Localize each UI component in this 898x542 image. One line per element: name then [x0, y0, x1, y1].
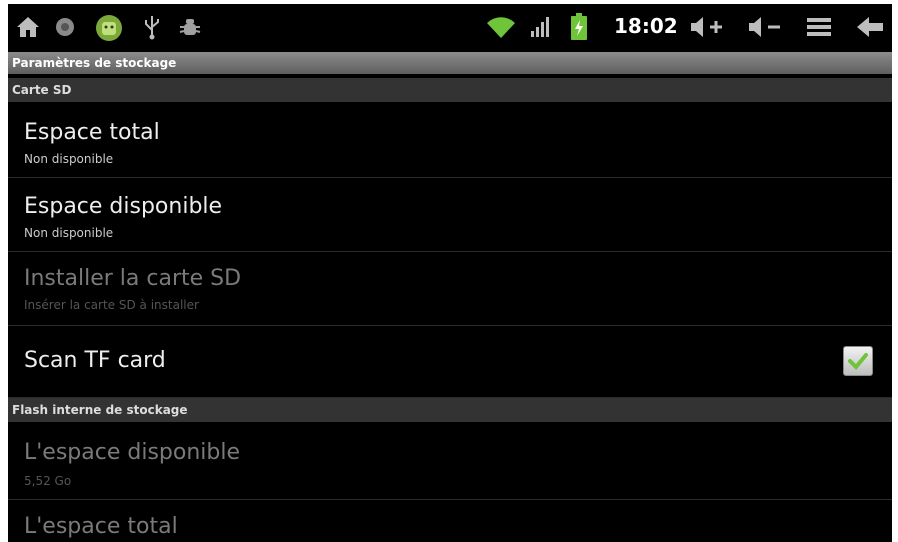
wifi-icon	[484, 12, 518, 42]
android-icon	[92, 12, 126, 42]
item-summary: 5,52 Go	[24, 474, 72, 488]
record-icon	[52, 12, 78, 42]
clock: 18:02	[614, 14, 678, 38]
device-screen: 18:02 Paramètres de stockage Carte SD Es…	[8, 4, 892, 542]
debug-bug-icon	[176, 12, 204, 42]
item-title: Scan TF card	[24, 348, 166, 373]
battery-charging-icon	[568, 12, 590, 42]
item-summary: Non disponible	[24, 226, 114, 240]
list-item-internal-available-space[interactable]: L'espace disponible 5,52 Go	[8, 424, 892, 500]
page-title: Paramètres de stockage	[8, 52, 892, 74]
usb-icon	[140, 12, 164, 42]
signal-icon	[528, 12, 554, 42]
item-title: Espace disponible	[24, 194, 223, 219]
list-item-install-sd-card[interactable]: Installer la carte SD Insérer la carte S…	[8, 252, 892, 326]
section-header-sd-card: Carte SD	[8, 78, 892, 102]
item-title: L'espace disponible	[24, 440, 241, 465]
volume-up-icon[interactable]	[688, 12, 726, 42]
item-title: Installer la carte SD	[24, 266, 242, 291]
list-item-available-space[interactable]: Espace disponible Non disponible	[8, 178, 892, 252]
status-bar: 18:02	[8, 4, 892, 50]
section-header-internal-flash: Flash interne de stockage	[8, 398, 892, 422]
volume-down-icon[interactable]	[746, 12, 784, 42]
list-item-total-space[interactable]: Espace total Non disponible	[8, 104, 892, 178]
check-icon	[848, 353, 868, 370]
item-summary: Non disponible	[24, 152, 114, 166]
item-title: Espace total	[24, 120, 160, 145]
list-item-scan-tf-card[interactable]: Scan TF card	[8, 326, 892, 398]
scan-tf-card-checkbox[interactable]	[843, 346, 873, 376]
item-summary: Insérer la carte SD à installer	[24, 298, 199, 312]
home-icon[interactable]	[14, 12, 42, 42]
item-title: L'espace total	[24, 514, 178, 539]
back-icon[interactable]	[854, 12, 886, 42]
list-item-internal-total-space[interactable]: L'espace total	[8, 500, 892, 542]
menu-icon[interactable]	[804, 12, 834, 42]
